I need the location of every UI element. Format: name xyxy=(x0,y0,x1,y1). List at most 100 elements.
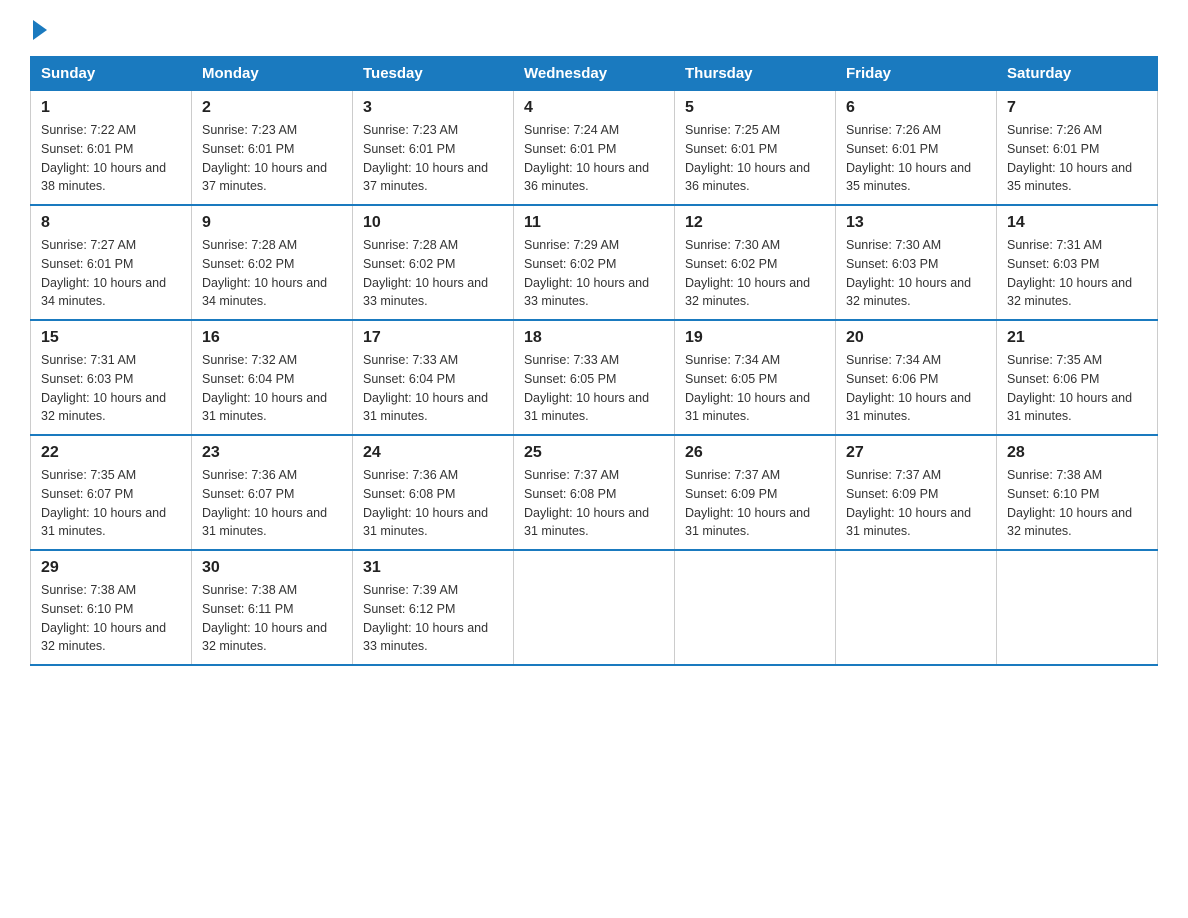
calendar-cell xyxy=(675,550,836,665)
calendar-cell: 16 Sunrise: 7:32 AMSunset: 6:04 PMDayligh… xyxy=(192,320,353,435)
day-number: 6 xyxy=(846,99,986,117)
calendar-cell: 18 Sunrise: 7:33 AMSunset: 6:05 PMDayligh… xyxy=(514,320,675,435)
day-info: Sunrise: 7:31 AMSunset: 6:03 PMDaylight:… xyxy=(41,351,181,426)
day-info: Sunrise: 7:35 AMSunset: 6:06 PMDaylight:… xyxy=(1007,351,1147,426)
calendar-cell: 28 Sunrise: 7:38 AMSunset: 6:10 PMDayligh… xyxy=(997,435,1158,550)
day-info: Sunrise: 7:35 AMSunset: 6:07 PMDaylight:… xyxy=(41,466,181,541)
day-number: 25 xyxy=(524,444,664,462)
day-info: Sunrise: 7:25 AMSunset: 6:01 PMDaylight:… xyxy=(685,121,825,196)
calendar-cell: 6 Sunrise: 7:26 AMSunset: 6:01 PMDaylight… xyxy=(836,91,997,206)
calendar-cell: 20Sunrise: 7:34 AMSunset: 6:06 PMDayligh… xyxy=(836,320,997,435)
day-number: 17 xyxy=(363,329,503,347)
calendar-cell: 29 Sunrise: 7:38 AMSunset: 6:10 PMDayligh… xyxy=(31,550,192,665)
day-info: Sunrise: 7:33 AMSunset: 6:04 PMDaylight:… xyxy=(363,351,503,426)
calendar-cell: 27 Sunrise: 7:37 AMSunset: 6:09 PMDayligh… xyxy=(836,435,997,550)
week-row-5: 29 Sunrise: 7:38 AMSunset: 6:10 PMDayligh… xyxy=(31,550,1158,665)
day-number: 24 xyxy=(363,444,503,462)
day-info: Sunrise: 7:26 AMSunset: 6:01 PMDaylight:… xyxy=(1007,121,1147,196)
day-number: 30 xyxy=(202,559,342,577)
day-number: 16 xyxy=(202,329,342,347)
calendar-cell: 17 Sunrise: 7:33 AMSunset: 6:04 PMDayligh… xyxy=(353,320,514,435)
calendar-cell xyxy=(997,550,1158,665)
calendar-cell: 2 Sunrise: 7:23 AMSunset: 6:01 PMDaylight… xyxy=(192,91,353,206)
calendar-cell: 26 Sunrise: 7:37 AMSunset: 6:09 PMDayligh… xyxy=(675,435,836,550)
day-info: Sunrise: 7:37 AMSunset: 6:09 PMDaylight:… xyxy=(685,466,825,541)
day-number: 10 xyxy=(363,214,503,232)
calendar-cell: 15 Sunrise: 7:31 AMSunset: 6:03 PMDayligh… xyxy=(31,320,192,435)
day-number: 8 xyxy=(41,214,181,232)
calendar-cell: 11 Sunrise: 7:29 AMSunset: 6:02 PMDayligh… xyxy=(514,205,675,320)
day-number: 27 xyxy=(846,444,986,462)
day-number: 11 xyxy=(524,214,664,232)
day-number: 2 xyxy=(202,99,342,117)
calendar-cell: 25 Sunrise: 7:37 AMSunset: 6:08 PMDayligh… xyxy=(514,435,675,550)
day-header-wednesday: Wednesday xyxy=(514,57,675,91)
day-number: 13 xyxy=(846,214,986,232)
day-info: Sunrise: 7:24 AMSunset: 6:01 PMDaylight:… xyxy=(524,121,664,196)
day-number: 31 xyxy=(363,559,503,577)
week-row-1: 1 Sunrise: 7:22 AMSunset: 6:01 PMDaylight… xyxy=(31,91,1158,206)
calendar-cell: 3Sunrise: 7:23 AMSunset: 6:01 PMDaylight… xyxy=(353,91,514,206)
calendar-cell: 10 Sunrise: 7:28 AMSunset: 6:02 PMDayligh… xyxy=(353,205,514,320)
day-number: 14 xyxy=(1007,214,1147,232)
day-info: Sunrise: 7:33 AMSunset: 6:05 PMDaylight:… xyxy=(524,351,664,426)
day-info: Sunrise: 7:38 AMSunset: 6:10 PMDaylight:… xyxy=(1007,466,1147,541)
day-number: 12 xyxy=(685,214,825,232)
day-info: Sunrise: 7:22 AMSunset: 6:01 PMDaylight:… xyxy=(41,121,181,196)
day-number: 23 xyxy=(202,444,342,462)
calendar-cell xyxy=(514,550,675,665)
logo-flag-icon xyxy=(33,20,47,40)
day-header-saturday: Saturday xyxy=(997,57,1158,91)
calendar-cell: 22 Sunrise: 7:35 AMSunset: 6:07 PMDayligh… xyxy=(31,435,192,550)
day-number: 1 xyxy=(41,99,181,117)
day-info: Sunrise: 7:26 AMSunset: 6:01 PMDaylight:… xyxy=(846,121,986,196)
day-header-thursday: Thursday xyxy=(675,57,836,91)
day-info: Sunrise: 7:37 AMSunset: 6:09 PMDaylight:… xyxy=(846,466,986,541)
day-number: 7 xyxy=(1007,99,1147,117)
logo xyxy=(30,20,49,40)
calendar-cell: 30 Sunrise: 7:38 AMSunset: 6:11 PMDayligh… xyxy=(192,550,353,665)
day-info: Sunrise: 7:30 AMSunset: 6:02 PMDaylight:… xyxy=(685,236,825,311)
calendar-cell: 21Sunrise: 7:35 AMSunset: 6:06 PMDayligh… xyxy=(997,320,1158,435)
day-number: 26 xyxy=(685,444,825,462)
day-info: Sunrise: 7:37 AMSunset: 6:08 PMDaylight:… xyxy=(524,466,664,541)
week-row-4: 22 Sunrise: 7:35 AMSunset: 6:07 PMDayligh… xyxy=(31,435,1158,550)
calendar-cell: 19Sunrise: 7:34 AMSunset: 6:05 PMDayligh… xyxy=(675,320,836,435)
header xyxy=(30,20,1158,40)
week-row-2: 8Sunrise: 7:27 AMSunset: 6:01 PMDaylight… xyxy=(31,205,1158,320)
day-info: Sunrise: 7:36 AMSunset: 6:07 PMDaylight:… xyxy=(202,466,342,541)
calendar-cell: 1 Sunrise: 7:22 AMSunset: 6:01 PMDaylight… xyxy=(31,91,192,206)
day-info: Sunrise: 7:31 AMSunset: 6:03 PMDaylight:… xyxy=(1007,236,1147,311)
day-info: Sunrise: 7:32 AMSunset: 6:04 PMDaylight:… xyxy=(202,351,342,426)
calendar-cell: 4 Sunrise: 7:24 AMSunset: 6:01 PMDaylight… xyxy=(514,91,675,206)
day-number: 20 xyxy=(846,329,986,347)
calendar-cell: 14 Sunrise: 7:31 AMSunset: 6:03 PMDayligh… xyxy=(997,205,1158,320)
day-number: 22 xyxy=(41,444,181,462)
day-info: Sunrise: 7:39 AMSunset: 6:12 PMDaylight:… xyxy=(363,581,503,656)
day-header-friday: Friday xyxy=(836,57,997,91)
day-number: 29 xyxy=(41,559,181,577)
day-number: 5 xyxy=(685,99,825,117)
calendar-cell: 24 Sunrise: 7:36 AMSunset: 6:08 PMDayligh… xyxy=(353,435,514,550)
day-info: Sunrise: 7:36 AMSunset: 6:08 PMDaylight:… xyxy=(363,466,503,541)
day-info: Sunrise: 7:30 AMSunset: 6:03 PMDaylight:… xyxy=(846,236,986,311)
day-info: Sunrise: 7:28 AMSunset: 6:02 PMDaylight:… xyxy=(202,236,342,311)
day-info: Sunrise: 7:38 AMSunset: 6:10 PMDaylight:… xyxy=(41,581,181,656)
calendar-cell: 5 Sunrise: 7:25 AMSunset: 6:01 PMDaylight… xyxy=(675,91,836,206)
day-info: Sunrise: 7:28 AMSunset: 6:02 PMDaylight:… xyxy=(363,236,503,311)
day-number: 9 xyxy=(202,214,342,232)
day-number: 4 xyxy=(524,99,664,117)
calendar-cell: 8Sunrise: 7:27 AMSunset: 6:01 PMDaylight… xyxy=(31,205,192,320)
day-info: Sunrise: 7:29 AMSunset: 6:02 PMDaylight:… xyxy=(524,236,664,311)
day-number: 3 xyxy=(363,99,503,117)
day-info: Sunrise: 7:38 AMSunset: 6:11 PMDaylight:… xyxy=(202,581,342,656)
day-header-sunday: Sunday xyxy=(31,57,192,91)
day-headers-row: SundayMondayTuesdayWednesdayThursdayFrid… xyxy=(31,57,1158,91)
calendar-cell: 12 Sunrise: 7:30 AMSunset: 6:02 PMDayligh… xyxy=(675,205,836,320)
day-number: 18 xyxy=(524,329,664,347)
day-info: Sunrise: 7:23 AMSunset: 6:01 PMDaylight:… xyxy=(202,121,342,196)
calendar-cell: 31 Sunrise: 7:39 AMSunset: 6:12 PMDayligh… xyxy=(353,550,514,665)
day-number: 28 xyxy=(1007,444,1147,462)
day-number: 15 xyxy=(41,329,181,347)
day-number: 19 xyxy=(685,329,825,347)
